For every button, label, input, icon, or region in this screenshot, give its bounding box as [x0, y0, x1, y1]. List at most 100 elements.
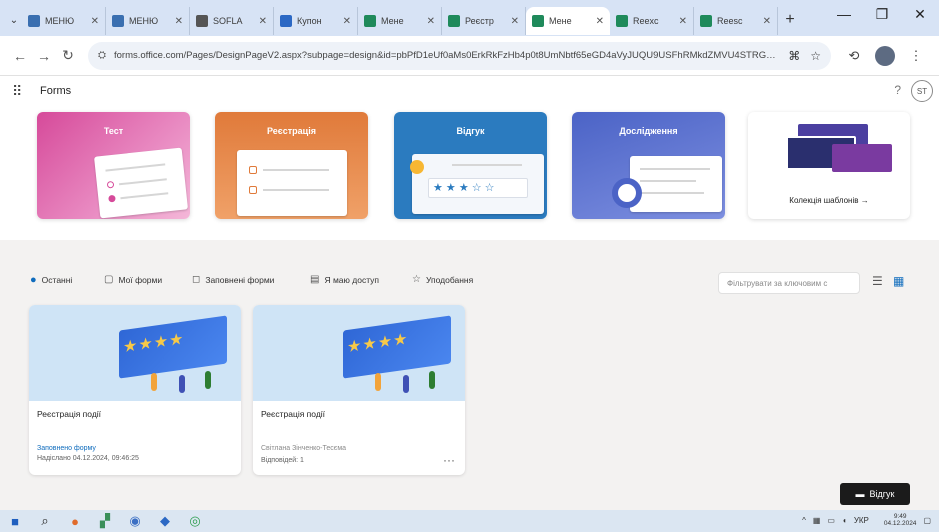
tab-close-icon[interactable]: ✕ — [343, 16, 351, 27]
survey-sheet — [630, 156, 722, 212]
filter-search-input[interactable]: Фільтрувати за ключовим с — [718, 272, 860, 294]
template-survey[interactable]: Дослідження — [572, 112, 725, 219]
browser-menu-icon[interactable]: ⋮ — [901, 48, 931, 64]
extensions-icon[interactable]: ⟲ — [839, 48, 869, 64]
tab-favicon-icon — [112, 15, 124, 27]
filter-tab-label: Останні — [41, 275, 73, 285]
template-registration[interactable]: Реєстрація — [215, 112, 368, 219]
tab-close-icon[interactable]: ✕ — [175, 16, 183, 27]
template-collection[interactable]: Колекція шаблонів → — [748, 112, 910, 219]
template-title: Реєстрація — [267, 126, 316, 136]
browser-tab[interactable]: Мене ✕ — [358, 7, 442, 35]
browser-tab[interactable]: SOFLA ✕ — [190, 7, 274, 35]
star-rating-icon: ★ ★ ★ ☆ ☆ — [428, 178, 528, 198]
browser-tab[interactable]: МЕНЮ ✕ — [22, 7, 106, 35]
windows-start-icon[interactable]: ■ — [0, 514, 30, 529]
feedback-button[interactable]: ▬ Відгук — [840, 483, 910, 505]
template-thumb-3 — [832, 144, 892, 172]
bookmark-star-icon[interactable]: ☆ — [810, 49, 821, 63]
browser-tab-strip: ⌄ МЕНЮ ✕ МЕНЮ ✕ SOFLA ✕ Купон ✕ Мене ✕ Реєстр ✕ Мене… — [0, 0, 939, 36]
tab-label: Купон — [297, 16, 322, 26]
url-input[interactable]: ⛭ forms.office.com/Pages/DesignPageV2.as… — [88, 41, 831, 70]
reload-icon[interactable]: ↻ — [56, 47, 80, 64]
app-icon-3[interactable]: ◉ — [120, 513, 150, 529]
profile-avatar[interactable] — [875, 45, 895, 66]
filter-tab-label: Уподобання — [425, 274, 474, 285]
form-status: Заповнено форму — [37, 445, 96, 452]
help-icon[interactable]: ? — [894, 83, 901, 97]
tab-close-icon[interactable]: ✕ — [763, 16, 771, 27]
app-icon-4[interactable]: ◆ — [150, 513, 180, 529]
browser-tab[interactable]: Мене ✕ — [526, 7, 610, 35]
filter-tab[interactable]: ● Останні — [30, 274, 72, 286]
more-options-icon[interactable]: ··· — [443, 453, 455, 467]
browser-tab[interactable]: МЕНЮ ✕ — [106, 7, 190, 35]
app-icon-1[interactable]: ● — [60, 514, 90, 529]
template-feedback[interactable]: Відгук ★ ★ ★ ☆ ☆ — [394, 112, 547, 219]
list-view-icon[interactable]: ☰ — [872, 274, 883, 288]
filters-bar: ● Останні ▢ Мої форми ◻ Заповнені форми ▤ Я маю… — [0, 240, 939, 302]
filter-tab[interactable]: ☆ Уподобання — [412, 274, 473, 285]
browser-tab[interactable]: Купон ✕ — [274, 7, 358, 35]
registration-sheet — [237, 150, 347, 216]
template-collection-link[interactable]: Колекція шаблонів → — [748, 196, 910, 205]
browser-tab[interactable]: Reexc ✕ — [610, 7, 694, 35]
minimize-icon[interactable]: — — [825, 6, 863, 23]
tab-label: Reexc — [633, 16, 659, 26]
clock-time: 9:49 — [893, 513, 907, 520]
form-title[interactable]: Реєстрація події — [37, 409, 101, 419]
tab-close-icon[interactable]: ✕ — [679, 16, 687, 27]
browser-tab[interactable]: Реєстр ✕ — [442, 7, 526, 35]
windows-taskbar: ■ ⌕ ● ▞ ◉ ◆ ◎ ^ ▦ ▭ ◖ УКР 9:49 04.12.202… — [0, 510, 939, 532]
forms-header: ⠿ Forms ? ST — [0, 76, 939, 106]
volume-icon[interactable]: ◖ — [842, 516, 847, 525]
tab-favicon-icon — [616, 15, 628, 27]
chevron-up-icon[interactable]: ^ — [802, 516, 806, 525]
forward-icon[interactable]: → — [32, 48, 56, 64]
system-tray: ^ ▦ ▭ ◖ УКР 9:49 04.12.2024 ▢ — [795, 513, 931, 527]
back-icon[interactable]: ← — [8, 48, 32, 64]
filter-tab[interactable]: ▢ Мої форми — [104, 274, 162, 285]
filter-tab[interactable]: ▤ Я маю доступ — [310, 274, 379, 285]
tab-favicon-icon — [448, 15, 460, 27]
app-launcher-icon[interactable]: ⠿ — [12, 83, 34, 100]
tab-favicon-icon — [280, 15, 292, 27]
chrome-icon[interactable]: ◎ — [180, 513, 210, 529]
clock[interactable]: 9:49 04.12.2024 — [877, 513, 917, 527]
tab-close-icon[interactable]: ✕ — [427, 16, 435, 27]
maximize-icon[interactable]: ❐ — [863, 6, 901, 23]
app-name[interactable]: Forms — [40, 85, 71, 97]
close-window-icon[interactable]: ✕ — [901, 6, 939, 23]
network-icon[interactable]: ▦ — [813, 516, 821, 525]
notifications-icon[interactable]: ▢ — [923, 516, 931, 525]
form-card[interactable]: ★★★★ Реєстрація події Заповнено форму На… — [29, 305, 241, 475]
tab-close-icon[interactable]: ✕ — [596, 16, 604, 27]
app-icon-2[interactable]: ▞ — [90, 513, 120, 529]
template-quiz[interactable]: Тест — [37, 112, 190, 219]
site-info-icon[interactable]: ⛭ — [98, 50, 106, 61]
tab-favicon-icon — [196, 15, 208, 27]
user-avatar[interactable]: ST — [911, 80, 933, 102]
browser-tab[interactable]: Reesc ✕ — [694, 7, 778, 35]
tab-label: Реєстр — [465, 16, 494, 26]
tab-close-icon[interactable]: ✕ — [511, 16, 519, 27]
url-text: forms.office.com/Pages/DesignPageV2.aspx… — [114, 50, 779, 61]
filter-tab[interactable]: ◻ Заповнені форми — [192, 274, 274, 285]
grid-view-icon[interactable]: ▦ — [893, 274, 904, 288]
new-tab-button[interactable]: + — [778, 11, 802, 29]
tab-label: Reesc — [717, 16, 743, 26]
form-title[interactable]: Реєстрація події — [261, 409, 325, 419]
translate-icon[interactable]: ⌘ — [788, 49, 800, 63]
search-icon[interactable]: ⌕ — [30, 513, 60, 529]
battery-icon[interactable]: ▭ — [827, 516, 835, 525]
keyboard-language[interactable]: УКР — [854, 516, 869, 525]
tab-search-icon[interactable]: ⌄ — [6, 15, 22, 26]
form-card[interactable]: ★★★★ Реєстрація події Світлана Зінченко-… — [253, 305, 465, 475]
pie-chart-icon — [612, 178, 642, 208]
tab-close-icon[interactable]: ✕ — [259, 16, 267, 27]
tab-favicon-icon — [364, 15, 376, 27]
templates-strip: Тест Реєстрація Відгук ★ ★ ★ ☆ ☆ Дослідж… — [0, 106, 939, 240]
tab-close-icon[interactable]: ✕ — [91, 16, 99, 27]
window-controls: — ❐ ✕ — [825, 6, 939, 23]
filter-tab-label: Мої форми — [118, 274, 163, 285]
